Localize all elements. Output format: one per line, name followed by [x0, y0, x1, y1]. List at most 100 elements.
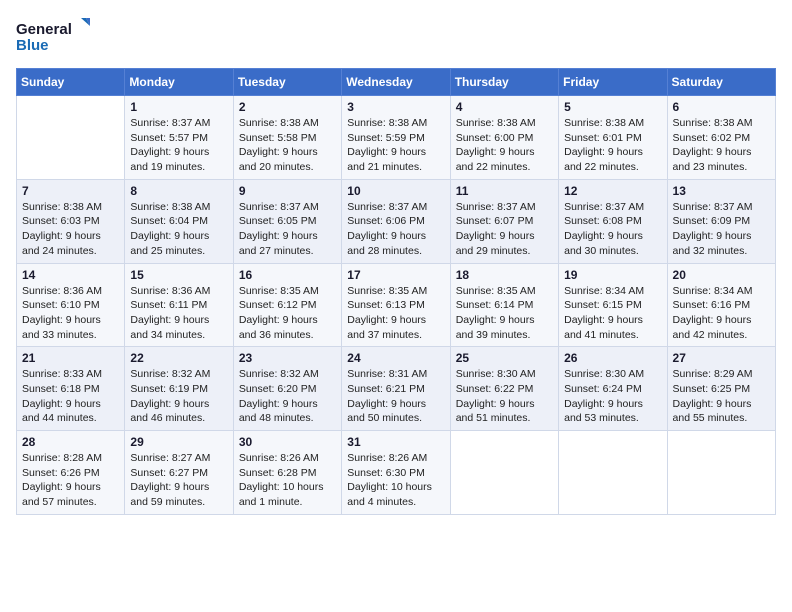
day-cell: 29 Sunrise: 8:27 AM Sunset: 6:27 PM Dayli…	[125, 431, 233, 515]
day-cell	[450, 431, 558, 515]
col-header-tuesday: Tuesday	[233, 69, 341, 96]
day-number: 7	[22, 184, 119, 198]
day-cell: 26 Sunrise: 8:30 AM Sunset: 6:24 PM Dayli…	[559, 347, 667, 431]
day-cell	[667, 431, 775, 515]
day-info: Sunrise: 8:32 AM Sunset: 6:19 PM Dayligh…	[130, 367, 227, 426]
day-cell: 25Sunrise: 8:30 AM Sunset: 6:22 PM Dayli…	[450, 347, 558, 431]
day-info: Sunrise: 8:35 AM Sunset: 6:14 PM Dayligh…	[456, 284, 553, 343]
day-info: Sunrise: 8:29 AM Sunset: 6:25 PM Dayligh…	[673, 367, 770, 426]
col-header-thursday: Thursday	[450, 69, 558, 96]
col-header-sunday: Sunday	[17, 69, 125, 96]
day-number: 27	[673, 351, 770, 365]
week-row-1: 7 Sunrise: 8:38 AM Sunset: 6:03 PM Daylig…	[17, 179, 776, 263]
day-number: 23	[239, 351, 336, 365]
day-cell: 11 Sunrise: 8:37 AM Sunset: 6:07 PM Dayli…	[450, 179, 558, 263]
day-cell: 2Sunrise: 8:38 AM Sunset: 5:58 PM Daylig…	[233, 96, 341, 180]
day-cell: 4Sunrise: 8:38 AM Sunset: 6:00 PM Daylig…	[450, 96, 558, 180]
day-number: 21	[22, 351, 119, 365]
day-cell: 31Sunrise: 8:26 AM Sunset: 6:30 PM Dayli…	[342, 431, 450, 515]
day-number: 28	[22, 435, 119, 449]
day-info: Sunrise: 8:37 AM Sunset: 6:08 PM Dayligh…	[564, 200, 661, 259]
day-cell: 1Sunrise: 8:37 AM Sunset: 5:57 PM Daylig…	[125, 96, 233, 180]
day-number: 5	[564, 100, 661, 114]
day-number: 3	[347, 100, 444, 114]
day-info: Sunrise: 8:37 AM Sunset: 6:06 PM Dayligh…	[347, 200, 444, 259]
day-cell: 8Sunrise: 8:38 AM Sunset: 6:04 PM Daylig…	[125, 179, 233, 263]
day-info: Sunrise: 8:27 AM Sunset: 6:27 PM Dayligh…	[130, 451, 227, 510]
week-row-3: 21 Sunrise: 8:33 AM Sunset: 6:18 PM Dayli…	[17, 347, 776, 431]
day-cell: 9 Sunrise: 8:37 AM Sunset: 6:05 PM Daylig…	[233, 179, 341, 263]
day-info: Sunrise: 8:37 AM Sunset: 6:05 PM Dayligh…	[239, 200, 336, 259]
header-row: SundayMondayTuesdayWednesdayThursdayFrid…	[17, 69, 776, 96]
day-info: Sunrise: 8:31 AM Sunset: 6:21 PM Dayligh…	[347, 367, 444, 426]
day-cell: 12 Sunrise: 8:37 AM Sunset: 6:08 PM Dayli…	[559, 179, 667, 263]
day-cell: 27 Sunrise: 8:29 AM Sunset: 6:25 PM Dayli…	[667, 347, 775, 431]
day-info: Sunrise: 8:30 AM Sunset: 6:24 PM Dayligh…	[564, 367, 661, 426]
day-cell: 30 Sunrise: 8:26 AM Sunset: 6:28 PM Dayli…	[233, 431, 341, 515]
day-number: 29	[130, 435, 227, 449]
col-header-wednesday: Wednesday	[342, 69, 450, 96]
day-info: Sunrise: 8:38 AM Sunset: 6:01 PM Dayligh…	[564, 116, 661, 175]
svg-text:Blue: Blue	[16, 37, 49, 54]
day-info: Sunrise: 8:35 AM Sunset: 6:12 PM Dayligh…	[239, 284, 336, 343]
day-cell: 19 Sunrise: 8:34 AM Sunset: 6:15 PM Dayli…	[559, 263, 667, 347]
day-info: Sunrise: 8:28 AM Sunset: 6:26 PM Dayligh…	[22, 451, 119, 510]
day-info: Sunrise: 8:38 AM Sunset: 6:03 PM Dayligh…	[22, 200, 119, 259]
day-number: 13	[673, 184, 770, 198]
col-header-saturday: Saturday	[667, 69, 775, 96]
day-info: Sunrise: 8:30 AM Sunset: 6:22 PM Dayligh…	[456, 367, 553, 426]
day-cell	[17, 96, 125, 180]
day-info: Sunrise: 8:36 AM Sunset: 6:11 PM Dayligh…	[130, 284, 227, 343]
week-row-2: 14 Sunrise: 8:36 AM Sunset: 6:10 PM Dayli…	[17, 263, 776, 347]
day-cell: 13 Sunrise: 8:37 AM Sunset: 6:09 PM Dayli…	[667, 179, 775, 263]
day-cell: 5 Sunrise: 8:38 AM Sunset: 6:01 PM Daylig…	[559, 96, 667, 180]
day-cell: 15 Sunrise: 8:36 AM Sunset: 6:11 PM Dayli…	[125, 263, 233, 347]
day-info: Sunrise: 8:38 AM Sunset: 5:59 PM Dayligh…	[347, 116, 444, 175]
day-cell: 7 Sunrise: 8:38 AM Sunset: 6:03 PM Daylig…	[17, 179, 125, 263]
logo: General Blue	[16, 16, 96, 58]
day-number: 15	[130, 268, 227, 282]
day-info: Sunrise: 8:34 AM Sunset: 6:16 PM Dayligh…	[673, 284, 770, 343]
day-number: 19	[564, 268, 661, 282]
svg-text:General: General	[16, 21, 72, 38]
week-row-4: 28 Sunrise: 8:28 AM Sunset: 6:26 PM Dayli…	[17, 431, 776, 515]
day-number: 18	[456, 268, 553, 282]
day-info: Sunrise: 8:38 AM Sunset: 6:02 PM Dayligh…	[673, 116, 770, 175]
day-cell: 20 Sunrise: 8:34 AM Sunset: 6:16 PM Dayli…	[667, 263, 775, 347]
week-row-0: 1Sunrise: 8:37 AM Sunset: 5:57 PM Daylig…	[17, 96, 776, 180]
day-cell: 3 Sunrise: 8:38 AM Sunset: 5:59 PM Daylig…	[342, 96, 450, 180]
day-info: Sunrise: 8:35 AM Sunset: 6:13 PM Dayligh…	[347, 284, 444, 343]
day-cell: 6 Sunrise: 8:38 AM Sunset: 6:02 PM Daylig…	[667, 96, 775, 180]
logo-svg: General Blue	[16, 16, 96, 58]
day-cell: 18 Sunrise: 8:35 AM Sunset: 6:14 PM Dayli…	[450, 263, 558, 347]
day-number: 20	[673, 268, 770, 282]
day-number: 11	[456, 184, 553, 198]
day-number: 16	[239, 268, 336, 282]
page: General Blue SundayMondayTuesdayWednesda…	[0, 0, 792, 612]
day-info: Sunrise: 8:34 AM Sunset: 6:15 PM Dayligh…	[564, 284, 661, 343]
day-number: 9	[239, 184, 336, 198]
day-info: Sunrise: 8:26 AM Sunset: 6:30 PM Dayligh…	[347, 451, 444, 510]
day-number: 30	[239, 435, 336, 449]
day-cell: 16 Sunrise: 8:35 AM Sunset: 6:12 PM Dayli…	[233, 263, 341, 347]
day-number: 12	[564, 184, 661, 198]
day-cell	[559, 431, 667, 515]
day-number: 1	[130, 100, 227, 114]
day-number: 4	[456, 100, 553, 114]
day-number: 26	[564, 351, 661, 365]
day-number: 14	[22, 268, 119, 282]
day-number: 8	[130, 184, 227, 198]
calendar-table: SundayMondayTuesdayWednesdayThursdayFrid…	[16, 68, 776, 515]
day-info: Sunrise: 8:26 AM Sunset: 6:28 PM Dayligh…	[239, 451, 336, 510]
day-number: 6	[673, 100, 770, 114]
day-info: Sunrise: 8:36 AM Sunset: 6:10 PM Dayligh…	[22, 284, 119, 343]
day-number: 10	[347, 184, 444, 198]
day-cell: 22Sunrise: 8:32 AM Sunset: 6:19 PM Dayli…	[125, 347, 233, 431]
day-cell: 10 Sunrise: 8:37 AM Sunset: 6:06 PM Dayli…	[342, 179, 450, 263]
col-header-friday: Friday	[559, 69, 667, 96]
day-info: Sunrise: 8:37 AM Sunset: 6:09 PM Dayligh…	[673, 200, 770, 259]
day-info: Sunrise: 8:37 AM Sunset: 6:07 PM Dayligh…	[456, 200, 553, 259]
day-info: Sunrise: 8:38 AM Sunset: 5:58 PM Dayligh…	[239, 116, 336, 175]
day-number: 24	[347, 351, 444, 365]
day-info: Sunrise: 8:33 AM Sunset: 6:18 PM Dayligh…	[22, 367, 119, 426]
